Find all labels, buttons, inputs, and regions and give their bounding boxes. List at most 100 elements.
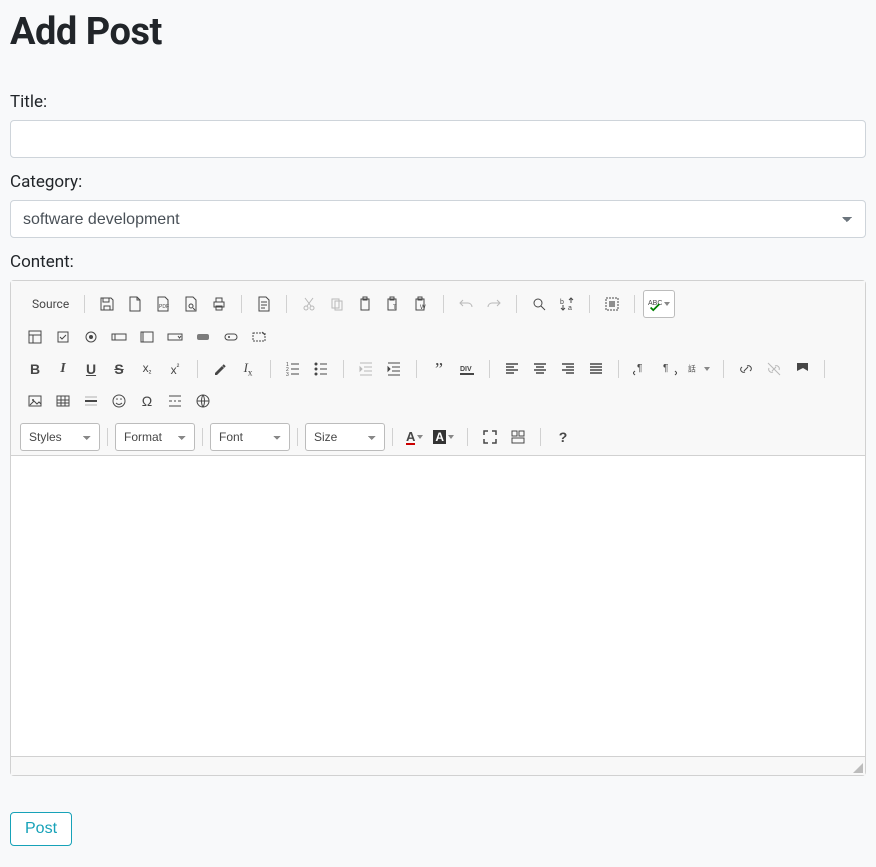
div-button[interactable]: DIV (453, 355, 481, 383)
textfield-icon (111, 329, 127, 345)
unlink-icon (766, 361, 782, 377)
save-button[interactable] (93, 290, 121, 318)
paste-button[interactable] (351, 290, 379, 318)
select-field-button[interactable] (161, 323, 189, 351)
preview-button[interactable] (177, 290, 205, 318)
smiley-button[interactable] (105, 387, 133, 415)
iframe-button[interactable] (189, 387, 217, 415)
preview-icon (183, 296, 199, 312)
hr-button[interactable] (77, 387, 105, 415)
redo-button[interactable] (480, 290, 508, 318)
title-label: Title: (10, 92, 866, 112)
source-label: Source (32, 297, 69, 311)
ltr-button[interactable]: ¶ (627, 355, 655, 383)
pdf-icon: PDF (155, 296, 171, 312)
align-right-button[interactable] (554, 355, 582, 383)
select-all-button[interactable] (598, 290, 626, 318)
subscript-button[interactable]: x² (133, 355, 161, 383)
textarea-button[interactable] (133, 323, 161, 351)
svg-text:W: W (420, 305, 426, 311)
content-editor[interactable] (11, 456, 865, 756)
superscript-button[interactable]: x² (161, 355, 189, 383)
align-justify-button[interactable] (582, 355, 610, 383)
align-left-button[interactable] (498, 355, 526, 383)
table-button[interactable] (49, 387, 77, 415)
resize-handle[interactable] (853, 763, 863, 773)
page-break-button[interactable] (161, 387, 189, 415)
svg-text:3: 3 (286, 372, 289, 377)
align-right-icon (560, 361, 576, 377)
hidden-field-icon (251, 329, 267, 345)
cut-button[interactable] (295, 290, 323, 318)
bg-color-button[interactable]: A (428, 423, 459, 451)
radio-icon (83, 329, 99, 345)
paste-text-button[interactable]: T (379, 290, 407, 318)
align-justify-icon (588, 361, 604, 377)
font-select[interactable]: Font (210, 423, 290, 451)
remove-format-button[interactable]: Ix (234, 355, 262, 383)
print-icon (211, 296, 227, 312)
special-char-button[interactable]: Ω (133, 387, 161, 415)
underline-button[interactable]: U (77, 355, 105, 383)
svg-text:¶: ¶ (663, 363, 668, 374)
image-button[interactable] (21, 387, 49, 415)
image-button-field-button[interactable] (217, 323, 245, 351)
align-center-button[interactable] (526, 355, 554, 383)
italic-button[interactable]: I (49, 355, 77, 383)
rtl-button[interactable]: ¶ (655, 355, 683, 383)
category-select[interactable]: software development (10, 200, 866, 238)
strike-icon: S (114, 361, 123, 377)
show-blocks-button[interactable] (504, 423, 532, 451)
outdent-button[interactable] (352, 355, 380, 383)
hidden-field-button[interactable] (245, 323, 273, 351)
title-input[interactable] (10, 120, 866, 158)
size-select[interactable]: Size (305, 423, 385, 451)
about-button[interactable]: ? (549, 423, 577, 451)
copy-format-button[interactable] (206, 355, 234, 383)
replace-button[interactable]: ba (553, 290, 581, 318)
find-button[interactable] (525, 290, 553, 318)
text-color-button[interactable]: A (401, 423, 428, 451)
form-button[interactable] (21, 323, 49, 351)
spellcheck-button[interactable]: ABC (643, 290, 675, 318)
anchor-button[interactable] (788, 355, 816, 383)
undo-button[interactable] (452, 290, 480, 318)
styles-select[interactable]: Styles (20, 423, 100, 451)
ordered-list-button[interactable]: 123 (279, 355, 307, 383)
source-button[interactable]: Source (21, 289, 76, 319)
templates-button[interactable] (250, 290, 278, 318)
anchor-icon (794, 361, 810, 377)
unordered-list-button[interactable] (307, 355, 335, 383)
pdf-button[interactable]: PDF (149, 290, 177, 318)
div-icon: DIV (459, 361, 475, 377)
language-button[interactable]: 話 (683, 355, 715, 383)
bold-button[interactable]: B (21, 355, 49, 383)
radio-button[interactable] (77, 323, 105, 351)
paste-word-button[interactable]: W (407, 290, 435, 318)
button-field-button[interactable] (189, 323, 217, 351)
unlink-button[interactable] (760, 355, 788, 383)
link-button[interactable] (732, 355, 760, 383)
align-center-icon (532, 361, 548, 377)
checkbox-button[interactable] (49, 323, 77, 351)
blockquote-icon: ” (435, 365, 443, 374)
underline-icon: U (86, 361, 96, 377)
print-button[interactable] (205, 290, 233, 318)
select-all-icon (604, 296, 620, 312)
checkbox-icon (55, 329, 71, 345)
indent-button[interactable] (380, 355, 408, 383)
blockquote-button[interactable]: ” (425, 355, 453, 383)
bg-color-icon: A (433, 430, 446, 444)
new-page-button[interactable] (121, 290, 149, 318)
textfield-button[interactable] (105, 323, 133, 351)
bold-icon: B (30, 361, 40, 377)
strike-button[interactable]: S (105, 355, 133, 383)
copy-button[interactable] (323, 290, 351, 318)
smiley-icon (111, 393, 127, 409)
image-button-field-icon (223, 329, 239, 345)
format-select[interactable]: Format (115, 423, 195, 451)
rich-text-editor: Source PDF (10, 280, 866, 776)
maximize-button[interactable] (476, 423, 504, 451)
post-button[interactable]: Post (10, 812, 72, 846)
svg-text:¶: ¶ (637, 363, 642, 374)
